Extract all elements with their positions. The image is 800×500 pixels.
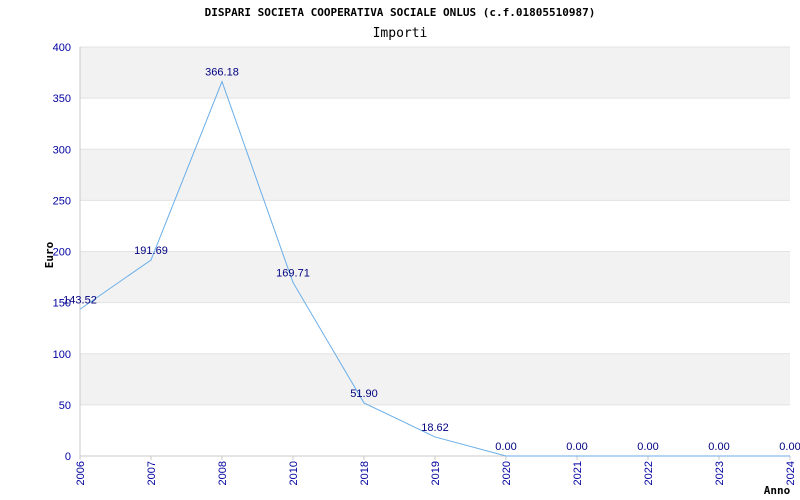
x-tick-label: 2019 [430, 461, 442, 485]
y-axis-label: Euro [43, 241, 56, 268]
x-tick-label: 2010 [288, 461, 300, 485]
x-tick-label: 2020 [501, 461, 513, 485]
chart: 050100150200250300350400 2006 2007 2008 201… [43, 6, 800, 497]
data-label: 191.69 [134, 245, 168, 257]
data-label: 0.00 [708, 441, 729, 453]
x-tick-labels: 2006 2007 2008 2010 2018 2019 2020 2021 2022 2023… [75, 456, 797, 485]
plot-band [80, 98, 790, 150]
x-tick-label: 2023 [714, 461, 726, 485]
data-label: 0.00 [566, 441, 587, 453]
y-tick-label: 0 [65, 451, 71, 463]
x-tick-label: 2006 [75, 461, 87, 485]
data-label: 0.00 [495, 441, 516, 453]
data-label: 0.00 [779, 441, 800, 453]
x-tick-label: 2008 [217, 461, 229, 485]
data-label: 18.62 [421, 422, 449, 434]
data-label: 0.00 [637, 441, 658, 453]
y-tick-label: 50 [59, 400, 71, 412]
plot-band [80, 251, 790, 303]
x-tick-label: 2018 [359, 461, 371, 485]
data-label: 169.71 [276, 267, 310, 279]
y-tick-label: 350 [53, 93, 71, 105]
x-tick-label: 2024 [785, 461, 797, 485]
x-tick-label: 2021 [572, 461, 584, 485]
data-label: 366.18 [205, 67, 239, 79]
plot-band [80, 353, 790, 405]
data-label: 143.52 [63, 294, 97, 306]
data-label: 51.90 [350, 388, 378, 400]
y-tick-label: 300 [53, 144, 71, 156]
plot-band [80, 302, 790, 354]
y-tick-label: 400 [53, 42, 71, 54]
plot-band [80, 47, 790, 99]
x-axis-label: Anno [764, 484, 791, 497]
chart-subtitle: Importi [373, 26, 428, 41]
x-tick-label: 2022 [643, 461, 655, 485]
plot-band [80, 200, 790, 252]
y-tick-label: 100 [53, 349, 71, 361]
chart-title: DISPARI SOCIETA COOPERATIVA SOCIALE ONLU… [205, 6, 596, 19]
y-tick-label: 250 [53, 195, 71, 207]
x-tick-label: 2007 [146, 461, 158, 485]
plot-band [80, 149, 790, 201]
